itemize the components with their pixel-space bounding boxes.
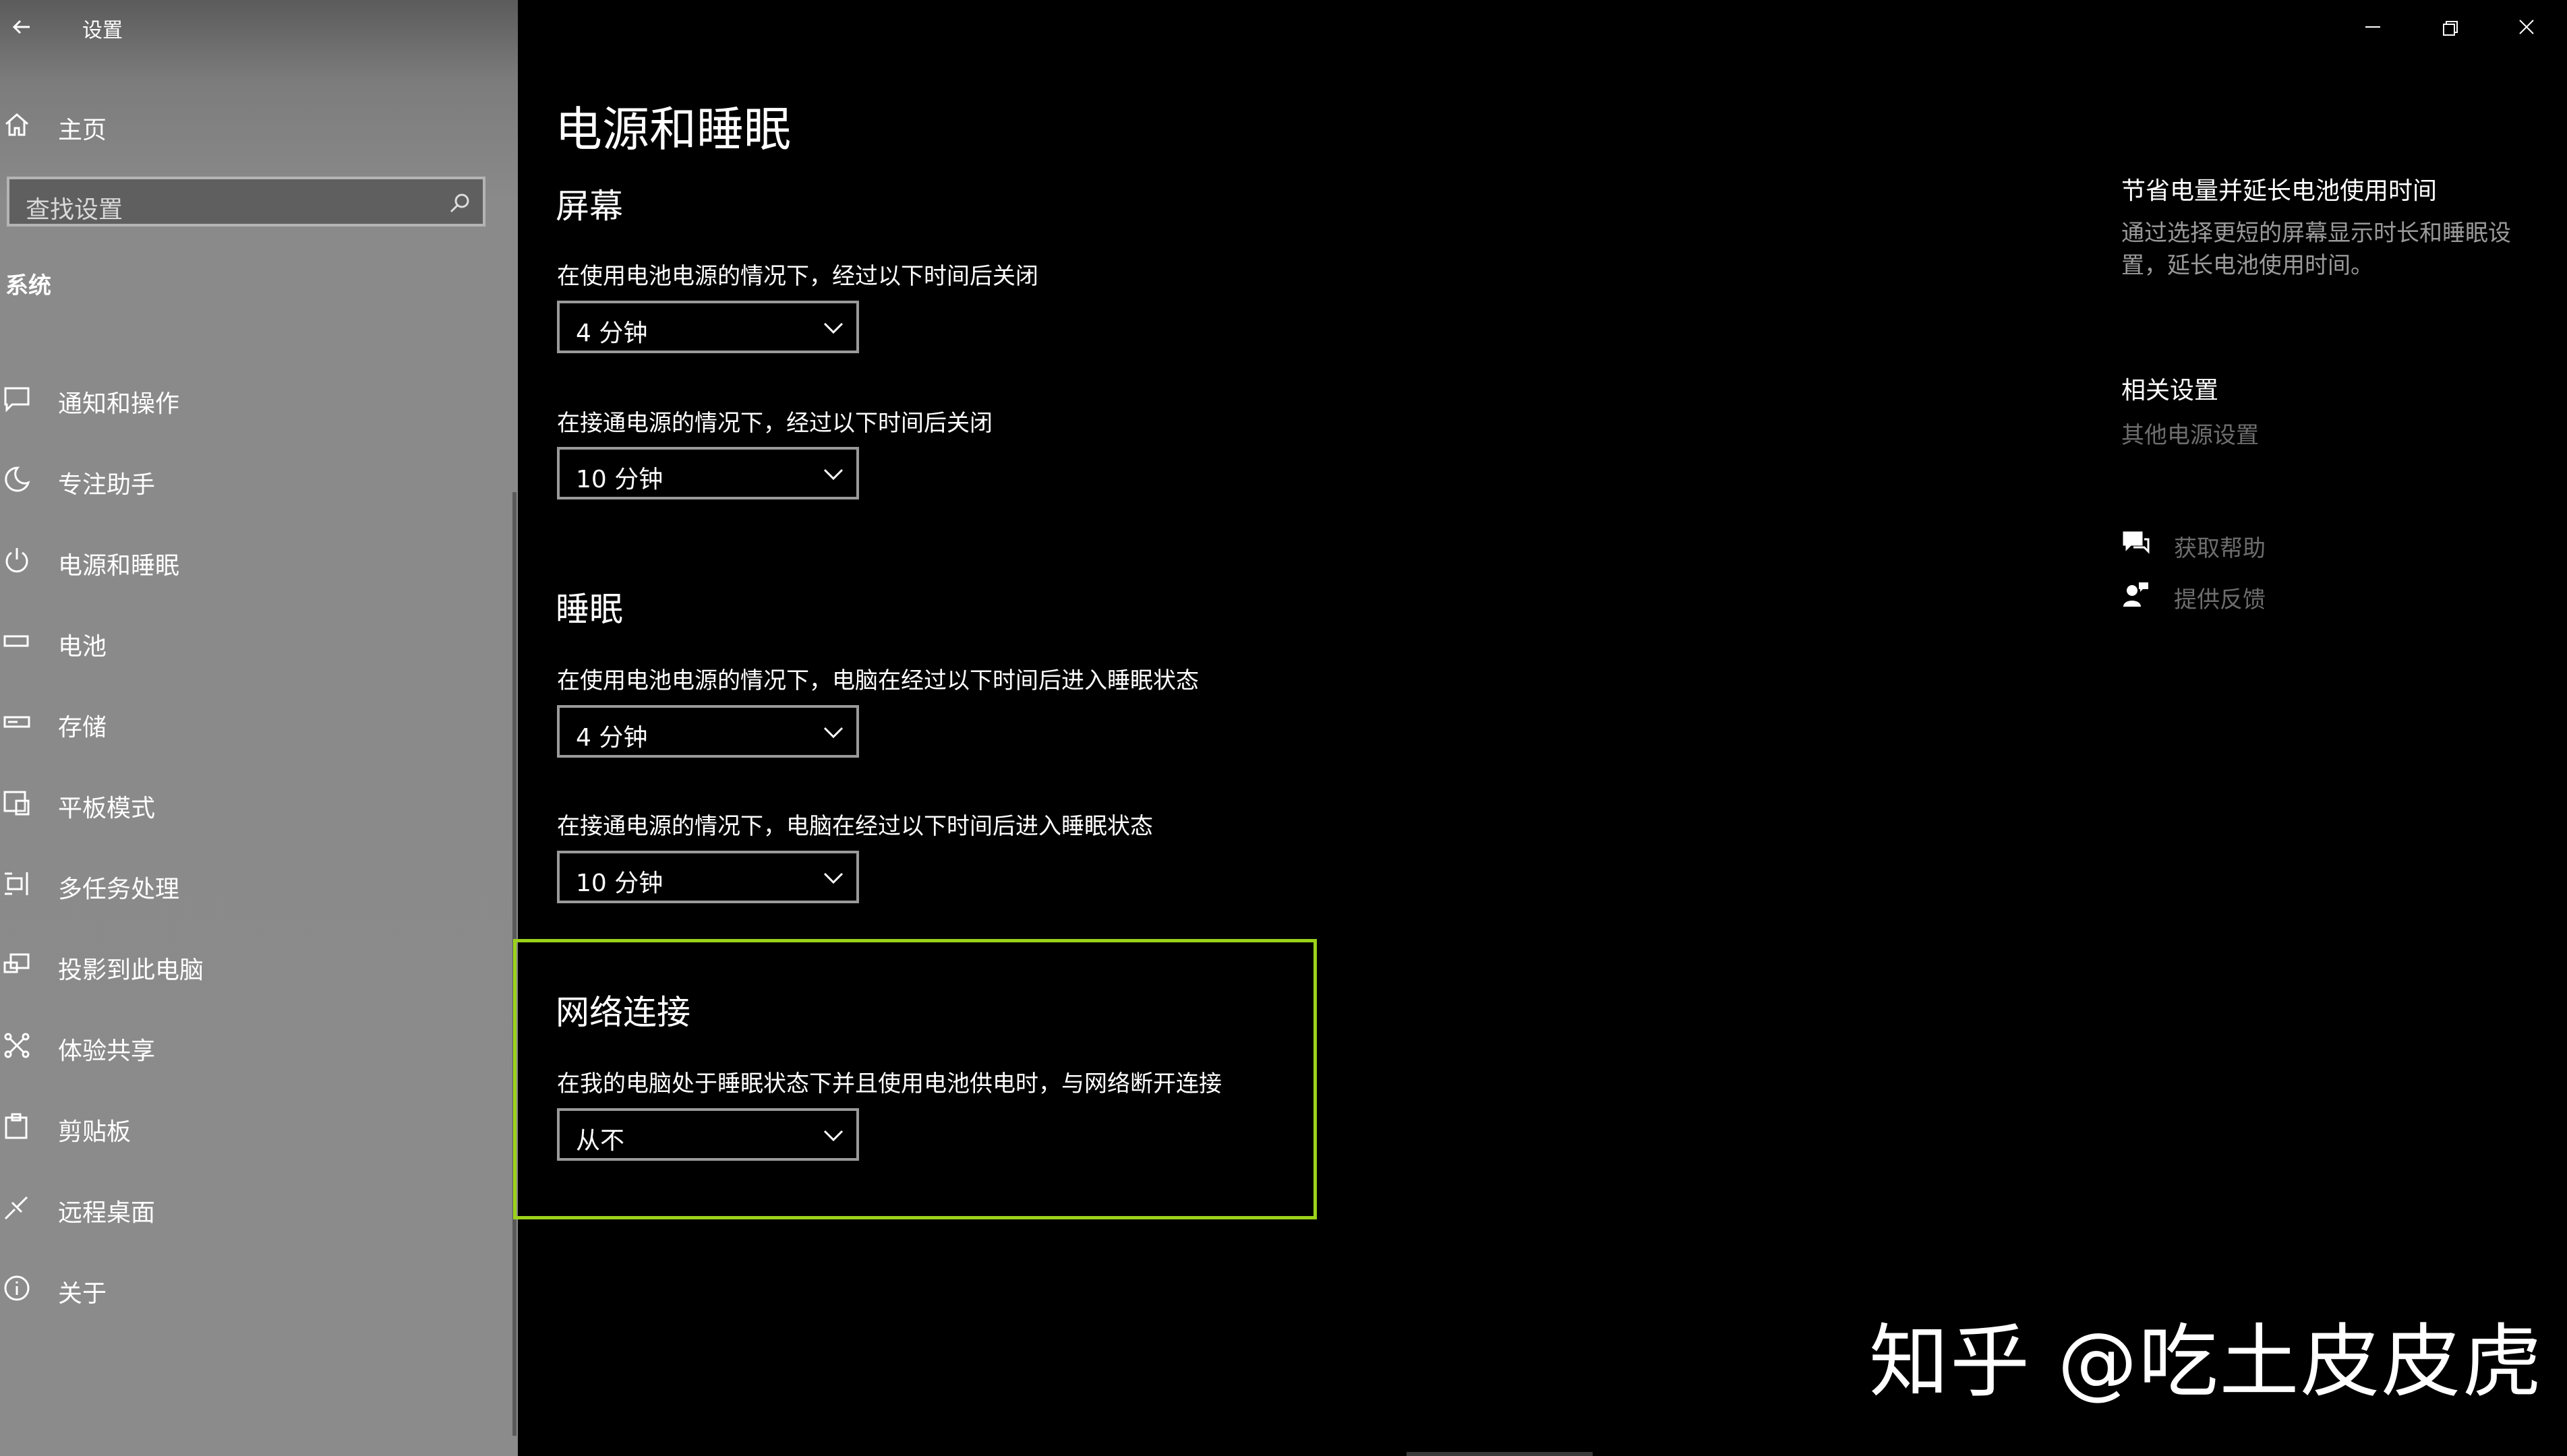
sidebar-item-label: 主页	[58, 117, 107, 144]
restore-button[interactable]	[2419, 7, 2480, 47]
sidebar-item-label: 平板模式	[58, 795, 156, 822]
title-bar: 设置	[0, 0, 518, 54]
app-title: 设置	[82, 19, 123, 42]
chevron-down-icon	[823, 1130, 844, 1142]
section-heading-system: 系统	[5, 272, 51, 299]
restore-icon	[2443, 21, 2458, 36]
sidebar-item-battery[interactable]: 电池	[0, 607, 518, 674]
network-disconnect-dropdown[interactable]: 从不	[557, 1108, 859, 1161]
chevron-down-icon	[823, 727, 844, 739]
other-power-settings-link[interactable]: 其他电源设置	[2121, 417, 2259, 450]
main-content: 电源和睡眠 屏幕 在使用电池电源的情况下，经过以下时间后关闭 4 分钟 在接通电…	[513, 0, 2567, 1456]
sidebar-item-label: 电池	[58, 633, 107, 661]
sidebar-item-label: 远程桌面	[58, 1199, 156, 1227]
sidebar-item-label: 体验共享	[58, 1037, 156, 1065]
sidebar-item-home[interactable]: 主页	[0, 90, 518, 158]
battery-icon	[3, 635, 29, 647]
chevron-down-icon	[823, 872, 844, 884]
back-arrow-icon	[12, 20, 30, 34]
sleep-plugged-dropdown[interactable]: 10 分钟	[557, 851, 859, 903]
sidebar-item-label: 存储	[58, 714, 107, 741]
get-help-label: 获取帮助	[2174, 535, 2266, 562]
sidebar-item-multitasking[interactable]: 多任务处理	[0, 849, 518, 917]
moon-icon	[5, 466, 30, 492]
section-heading-sleep: 睡眠	[556, 590, 623, 629]
minimize-button[interactable]	[2342, 7, 2403, 47]
screen-plugged-label: 在接通电源的情况下，经过以下时间后关闭	[557, 410, 993, 437]
sidebar-item-label: 专注助手	[58, 471, 156, 499]
sidebar-item-storage[interactable]: 存储	[0, 688, 518, 755]
clipboard-icon	[5, 1113, 28, 1139]
sleep-plugged-label: 在接通电源的情况下，电脑在经过以下时间后进入睡眠状态	[557, 813, 1153, 840]
back-button[interactable]	[7, 11, 39, 43]
home-icon	[5, 113, 28, 136]
sidebar-item-label: 投影到此电脑	[58, 957, 204, 984]
watermark: 知乎 @吃土皮皮虎	[1869, 1315, 2543, 1408]
tip-text: 通过选择更短的屏幕显示时长和睡眠设置，延长电池使用时间。	[2121, 220, 2511, 279]
message-icon	[4, 387, 30, 413]
dropdown-value: 4 分钟	[576, 320, 648, 347]
storage-icon	[3, 716, 30, 728]
chevron-down-icon	[823, 322, 844, 334]
give-feedback-label: 提供反馈	[2174, 586, 2266, 613]
multitask-icon	[5, 872, 28, 895]
sidebar-item-notifications[interactable]: 通知和操作	[0, 364, 518, 431]
sidebar-item-clipboard[interactable]: 剪贴板	[0, 1092, 518, 1159]
give-feedback-link[interactable]: 提供反馈	[2121, 574, 2391, 615]
sidebar-item-label: 关于	[58, 1280, 107, 1308]
sidebar-item-label: 通知和操作	[58, 390, 180, 418]
sidebar-item-power-sleep[interactable]: 电源和睡眠	[0, 526, 518, 593]
section-heading-screen: 屏幕	[556, 187, 623, 226]
sidebar: 设置 主页 查找设置 系统 通知和操作 专注助手 电源和睡眠 电池 存储 平板模…	[0, 0, 518, 1456]
sidebar-item-about[interactable]: 关于	[0, 1254, 518, 1321]
network-label: 在我的电脑处于睡眠状态下并且使用电池供电时，与网络断开连接	[557, 1070, 1222, 1097]
dropdown-value: 10 分钟	[576, 870, 663, 897]
sleep-battery-dropdown[interactable]: 4 分钟	[557, 705, 859, 758]
dropdown-value: 4 分钟	[576, 724, 648, 752]
section-heading-network: 网络连接	[556, 993, 690, 1032]
close-icon	[2519, 20, 2534, 34]
tablet-icon	[3, 791, 30, 816]
screen-battery-label: 在使用电池电源的情况下，经过以下时间后关闭	[557, 263, 1038, 290]
sidebar-item-shared-experiences[interactable]: 体验共享	[0, 1011, 518, 1079]
help-chat-icon	[2123, 531, 2150, 554]
sidebar-item-remote-desktop[interactable]: 远程桌面	[0, 1173, 518, 1240]
sidebar-item-label: 电源和睡眠	[58, 552, 180, 580]
remote-desktop-icon	[4, 1196, 28, 1220]
feedback-icon	[2123, 582, 2148, 607]
sidebar-item-tablet-mode[interactable]: 平板模式	[0, 768, 518, 836]
minimize-icon	[2365, 26, 2380, 28]
sidebar-item-project-to-pc[interactable]: 投影到此电脑	[0, 930, 518, 998]
sidebar-item-label: 剪贴板	[58, 1118, 131, 1146]
sleep-battery-label: 在使用电池电源的情况下，电脑在经过以下时间后进入睡眠状态	[557, 667, 1199, 694]
search-placeholder: 查找设置	[26, 196, 123, 224]
screen-plugged-dropdown[interactable]: 10 分钟	[557, 447, 859, 499]
related-settings-heading: 相关设置	[2121, 377, 2219, 404]
power-icon	[5, 548, 28, 573]
close-button[interactable]	[2496, 7, 2557, 47]
chevron-down-icon	[823, 468, 844, 481]
search-icon[interactable]	[448, 191, 472, 216]
share-icon	[4, 1033, 30, 1058]
sidebar-item-label: 多任务处理	[58, 876, 180, 903]
screen-battery-dropdown[interactable]: 4 分钟	[557, 301, 859, 353]
page-title: 电源和睡眠	[555, 102, 791, 157]
get-help-link[interactable]: 获取帮助	[2121, 523, 2391, 564]
dropdown-value: 从不	[576, 1127, 625, 1155]
sidebar-item-focus-assist[interactable]: 专注助手	[0, 445, 518, 512]
search-input[interactable]: 查找设置	[7, 177, 485, 226]
horizontal-scrollbar[interactable]	[1407, 1452, 1593, 1456]
project-icon	[3, 953, 30, 973]
tip-heading: 节省电量并延长电池使用时间	[2121, 177, 2438, 205]
dropdown-value: 10 分钟	[576, 466, 663, 493]
info-icon	[4, 1275, 30, 1301]
